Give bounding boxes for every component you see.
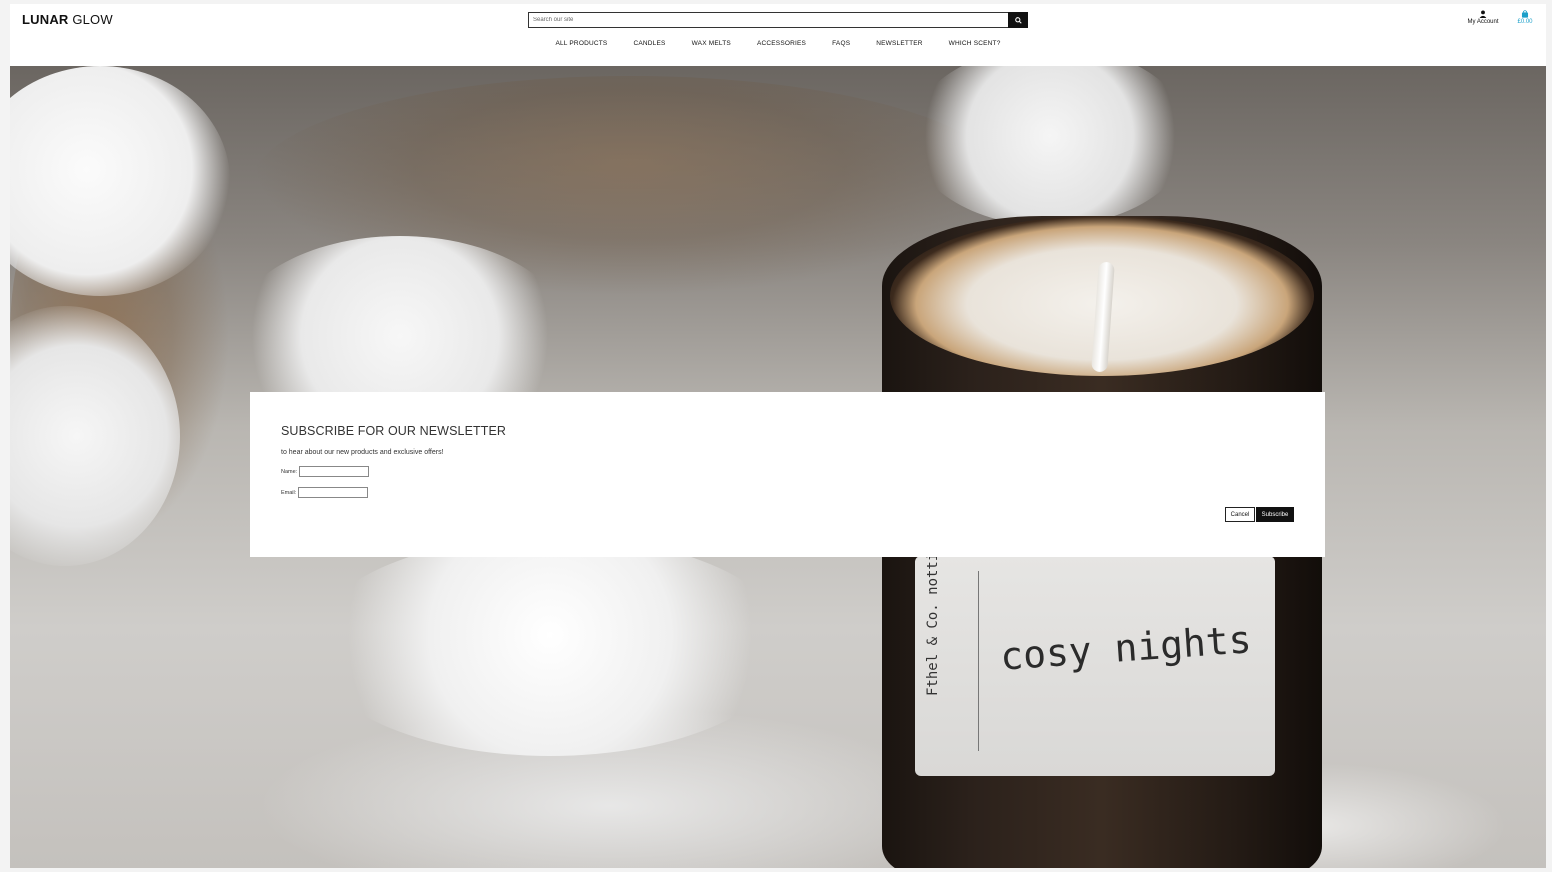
nav-candles[interactable]: CANDLES	[633, 40, 665, 47]
logo-bold: LUNAR	[22, 12, 69, 27]
search-button[interactable]	[1008, 12, 1028, 28]
search-icon	[1014, 16, 1022, 24]
newsletter-modal: SUBSCRIBE FOR OUR NEWSLETTER to hear abo…	[250, 392, 1325, 557]
nav-accessories[interactable]: ACCESSORIES	[757, 40, 806, 47]
user-icon	[1479, 10, 1487, 18]
hero-cotton-boll	[310, 536, 790, 756]
name-label: Name:	[281, 468, 298, 475]
nav-faqs[interactable]: FAQS	[832, 40, 850, 47]
shopping-bag-icon	[1521, 10, 1529, 18]
main-nav: ALL PRODUCTS CANDLES WAX MELTS ACCESSORI…	[10, 40, 1546, 47]
nav-newsletter[interactable]: NEWSLETTER	[876, 40, 922, 47]
logo-light: GLOW	[72, 12, 113, 27]
nav-all-products[interactable]: ALL PRODUCTS	[555, 40, 607, 47]
cancel-button[interactable]: Cancel	[1225, 507, 1255, 522]
candle-label-brand: Fthel & Co. nottingham	[915, 511, 975, 766]
search-input[interactable]	[528, 12, 1008, 28]
email-input[interactable]	[298, 487, 369, 498]
page: LUNAR GLOW My Account £0	[10, 4, 1546, 868]
subscribe-button[interactable]: Subscribe	[1256, 507, 1294, 522]
shopping-bag-link[interactable]: £0.00	[1514, 10, 1536, 25]
site-logo[interactable]: LUNAR GLOW	[22, 12, 113, 27]
name-input[interactable]	[299, 466, 370, 477]
newsletter-subtitle: to hear about our new products and exclu…	[281, 449, 444, 456]
email-label: Email:	[281, 489, 297, 496]
cart-total: £0.00	[1517, 19, 1533, 25]
email-field-row: Email:	[281, 487, 369, 498]
nav-wax-melts[interactable]: WAX MELTS	[692, 40, 731, 47]
nav-which-scent[interactable]: WHICH SCENT?	[949, 40, 1001, 47]
newsletter-title: SUBSCRIBE FOR OUR NEWSLETTER	[281, 424, 507, 438]
candle-label-divider	[978, 571, 979, 751]
my-account-label: My Account	[1467, 19, 1499, 25]
name-field-row: Name:	[281, 466, 370, 477]
search-bar	[528, 12, 1028, 28]
my-account-link[interactable]: My Account	[1462, 10, 1504, 25]
site-header: LUNAR GLOW My Account £0	[10, 4, 1546, 66]
